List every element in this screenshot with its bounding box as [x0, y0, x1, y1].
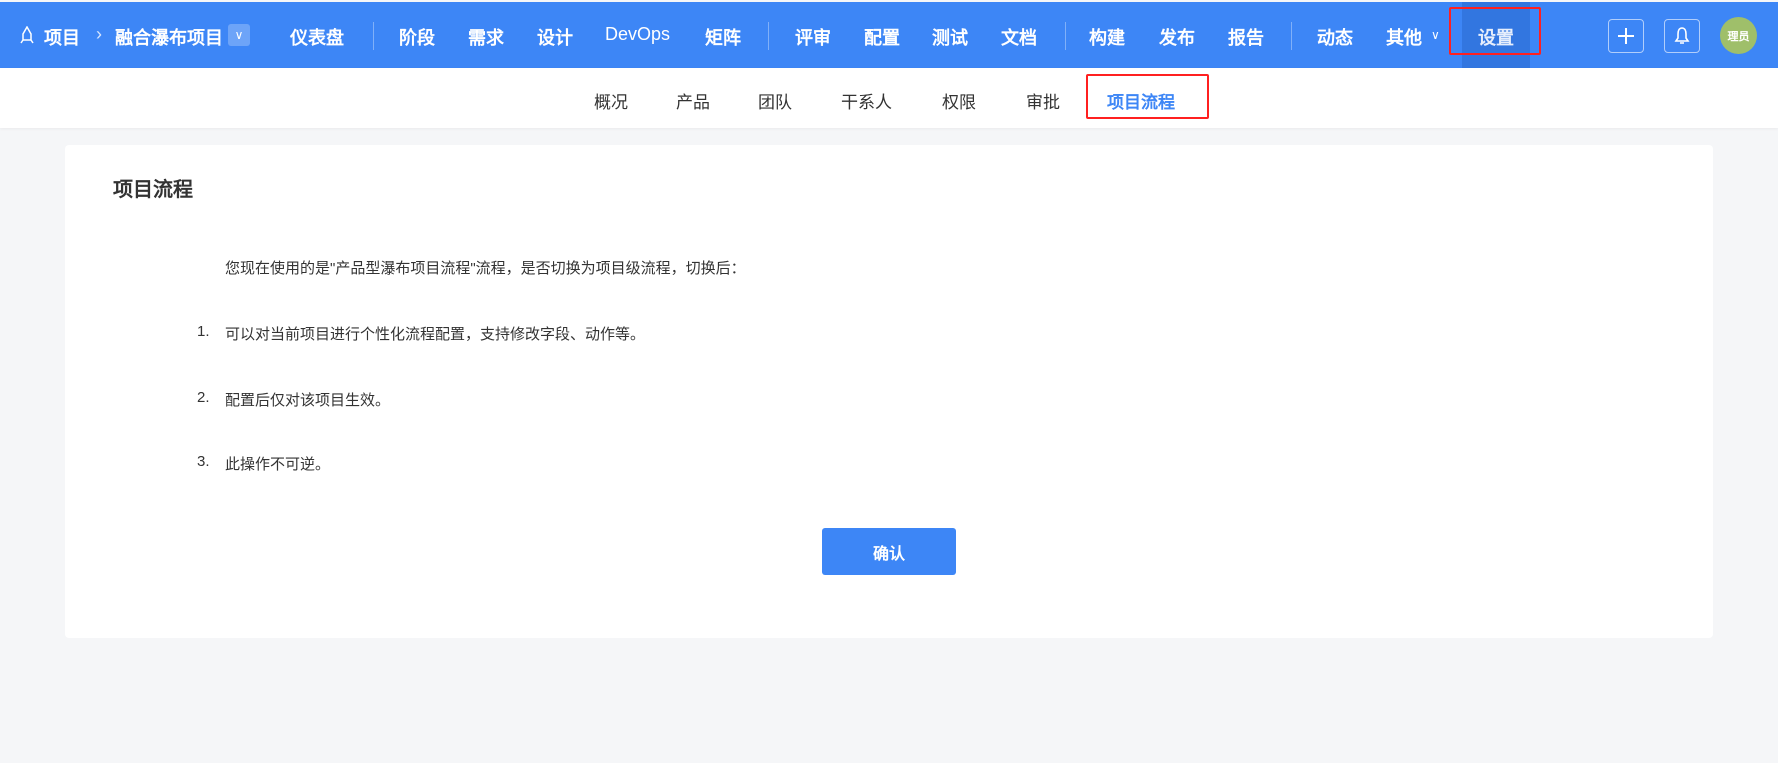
nav-design[interactable]: 设计	[537, 24, 573, 50]
user-avatar[interactable]: 理员	[1720, 17, 1757, 54]
notifications-button[interactable]	[1664, 19, 1700, 53]
nav-divider	[1291, 22, 1292, 50]
tab-overview[interactable]: 概况	[594, 88, 628, 113]
breadcrumb-projects[interactable]: 项目	[44, 24, 80, 50]
confirm-button[interactable]: 确认	[822, 528, 956, 575]
list-item-number: 2.	[197, 389, 210, 406]
nav-more[interactable]: 其他	[1386, 24, 1422, 50]
tab-products[interactable]: 产品	[676, 88, 710, 113]
nav-docs[interactable]: 文档	[1001, 24, 1037, 50]
list-item-number: 1.	[197, 323, 210, 340]
list-item: 此操作不可逆。	[225, 456, 331, 473]
settings-subnav: 概况 产品 团队 干系人 权限 审批 项目流程	[0, 68, 1778, 128]
add-button[interactable]	[1608, 19, 1644, 53]
nav-review[interactable]: 评审	[795, 24, 831, 50]
tab-stakeholders[interactable]: 干系人	[841, 88, 892, 113]
nav-build[interactable]: 构建	[1089, 24, 1125, 50]
more-chevron-down-icon: ∨	[1431, 28, 1440, 42]
list-item: 配置后仅对该项目生效。	[225, 392, 391, 409]
plus-icon	[1618, 28, 1634, 44]
nav-devops[interactable]: DevOps	[605, 24, 670, 45]
tab-highlight-box	[1086, 74, 1209, 119]
tab-approval[interactable]: 审批	[1026, 88, 1060, 113]
bell-icon	[1674, 27, 1690, 44]
intro-text: 您现在使用的是"产品型瀑布项目流程"流程，是否切换为项目级流程，切换后：	[225, 260, 746, 277]
tab-permissions[interactable]: 权限	[942, 88, 976, 113]
breadcrumb-chevron-icon: ›	[96, 24, 102, 44]
nav-test[interactable]: 测试	[932, 24, 968, 50]
nav-divider	[373, 22, 374, 50]
page-title: 项目流程	[113, 179, 193, 201]
nav-matrix[interactable]: 矩阵	[705, 24, 741, 50]
list-item-number: 3.	[197, 453, 210, 470]
nav-activity[interactable]: 动态	[1317, 24, 1353, 50]
rocket-logo-icon	[20, 26, 34, 44]
workflow-card: 项目流程 您现在使用的是"产品型瀑布项目流程"流程，是否切换为项目级流程，切换后…	[65, 145, 1713, 638]
nav-config[interactable]: 配置	[864, 24, 900, 50]
list-item: 可以对当前项目进行个性化流程配置，支持修改字段、动作等。	[225, 326, 646, 343]
project-dropdown-chevron-icon[interactable]: ∨	[228, 24, 250, 46]
breadcrumb-project-name[interactable]: 融合瀑布项目	[115, 24, 223, 50]
settings-highlight-box	[1449, 7, 1541, 55]
nav-divider	[1065, 22, 1066, 50]
nav-stages[interactable]: 阶段	[399, 24, 435, 50]
tab-team[interactable]: 团队	[758, 88, 792, 113]
nav-requirements[interactable]: 需求	[468, 24, 504, 50]
nav-dashboard[interactable]: 仪表盘	[290, 24, 344, 50]
nav-release[interactable]: 发布	[1159, 24, 1195, 50]
nav-divider	[768, 22, 769, 50]
nav-report[interactable]: 报告	[1228, 24, 1264, 50]
